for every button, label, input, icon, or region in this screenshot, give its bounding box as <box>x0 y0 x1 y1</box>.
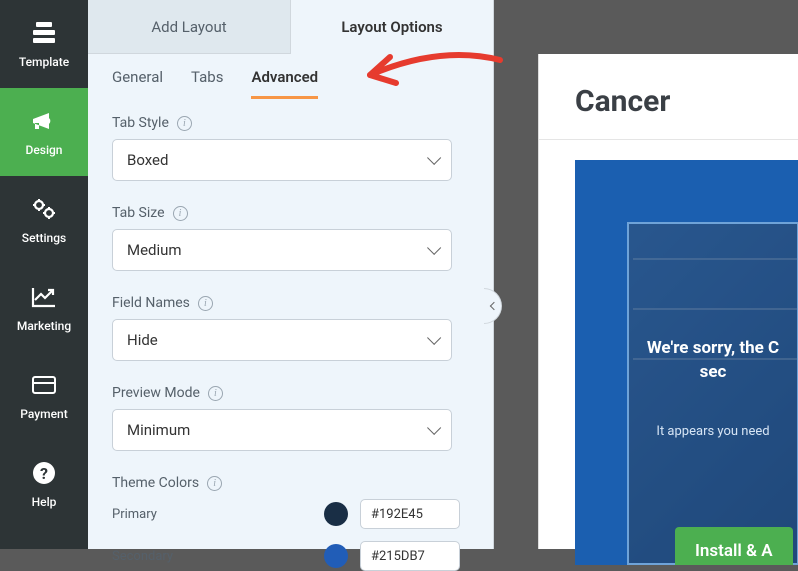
info-icon[interactable]: i <box>207 476 222 491</box>
nav-settings[interactable]: Settings <box>0 176 88 264</box>
subtab-advanced[interactable]: Advanced <box>251 68 318 99</box>
tab-style-select[interactable]: Boxed <box>112 139 452 181</box>
preview-mode-select[interactable]: Minimum <box>112 409 452 451</box>
options-panel: Add Layout Layout Options General Tabs A… <box>88 0 494 549</box>
preview-mode-label: Preview Mode <box>112 385 200 401</box>
nav-label: Help <box>32 495 57 509</box>
secondary-swatch[interactable] <box>324 544 348 568</box>
template-icon <box>30 19 58 47</box>
primary-swatch[interactable] <box>324 502 348 526</box>
install-button[interactable]: Install & A <box>675 527 793 565</box>
tab-layout-options[interactable]: Layout Options <box>290 0 493 54</box>
field-names-select[interactable]: Hide <box>112 319 452 361</box>
nav-label: Settings <box>22 231 66 245</box>
field-names-label: Field Names <box>112 295 190 311</box>
nav-label: Marketing <box>17 319 71 333</box>
select-value: Medium <box>127 241 182 259</box>
nav-marketing[interactable]: Marketing <box>0 264 88 352</box>
info-icon[interactable]: i <box>198 296 213 311</box>
help-icon: ? <box>30 459 58 487</box>
nav-payment[interactable]: Payment <box>0 352 88 440</box>
nav-template[interactable]: Template <box>0 0 88 88</box>
secondary-hex-input[interactable] <box>360 541 460 571</box>
gears-icon <box>30 195 58 223</box>
nav-label: Payment <box>20 407 67 421</box>
nav-label: Template <box>19 55 69 69</box>
tab-add-layout[interactable]: Add Layout <box>88 0 290 54</box>
tab-size-select[interactable]: Medium <box>112 229 452 271</box>
controls: Tab Style i Boxed Tab Size i Medium Fiel… <box>88 99 493 571</box>
chevron-left-icon <box>489 302 497 310</box>
chevron-down-icon <box>427 241 441 255</box>
chevron-down-icon <box>427 421 441 435</box>
sub-tabs: General Tabs Advanced <box>88 54 493 99</box>
page-title: Cancer <box>539 54 798 140</box>
select-value: Hide <box>127 331 158 349</box>
hero-subtext: It appears you need <box>656 424 769 439</box>
hero-image: We're sorry, the C sec It appears you ne… <box>627 222 798 565</box>
tab-style-label: Tab Style <box>112 115 169 131</box>
chevron-down-icon <box>427 331 441 345</box>
select-value: Boxed <box>127 151 168 169</box>
nav-help[interactable]: ? Help <box>0 440 88 528</box>
card-icon <box>30 371 58 399</box>
info-icon[interactable]: i <box>177 116 192 131</box>
select-value: Minimum <box>127 421 190 439</box>
nav-label: Design <box>26 143 63 157</box>
chevron-down-icon <box>427 151 441 165</box>
panel-collapse-handle[interactable] <box>484 288 502 324</box>
hero-block: We're sorry, the C sec It appears you ne… <box>575 160 798 565</box>
secondary-label: Secondary <box>112 549 312 564</box>
info-icon[interactable]: i <box>173 206 188 221</box>
subtab-tabs[interactable]: Tabs <box>191 68 223 99</box>
info-icon[interactable]: i <box>208 386 223 401</box>
primary-color-row: Primary <box>112 499 469 529</box>
sidebar: Template Design Settings Marketing Payme… <box>0 0 88 549</box>
primary-hex-input[interactable] <box>360 499 460 529</box>
svg-text:?: ? <box>40 464 48 483</box>
hero-headline-2: sec <box>700 362 727 382</box>
primary-label: Primary <box>112 507 312 522</box>
secondary-color-row: Secondary <box>112 541 469 571</box>
hero-headline-1: We're sorry, the C <box>647 338 779 358</box>
tab-size-label: Tab Size <box>112 205 165 221</box>
preview-pane: Cancer We're sorry, the C sec It appears… <box>538 54 798 549</box>
theme-colors-label: Theme Colors <box>112 475 199 491</box>
megaphone-icon <box>30 107 58 135</box>
panel-top-tabs: Add Layout Layout Options <box>88 0 493 54</box>
nav-design[interactable]: Design <box>0 88 88 176</box>
subtab-general[interactable]: General <box>112 68 163 99</box>
chart-icon <box>30 283 58 311</box>
